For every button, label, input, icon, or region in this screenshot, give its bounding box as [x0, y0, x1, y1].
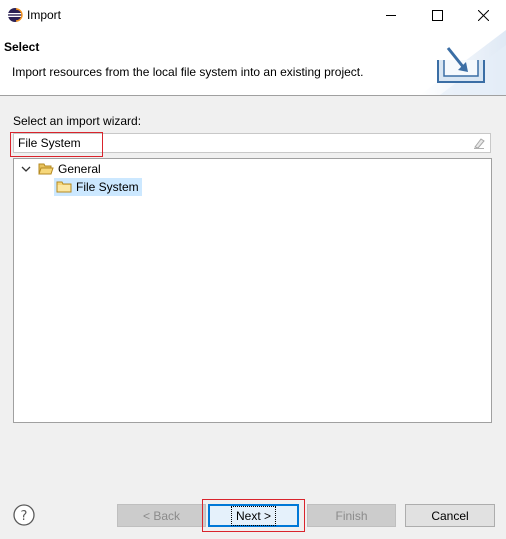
wizard-banner: Select Import resources from the local f…	[0, 30, 506, 96]
wizard-label: Select an import wizard:	[13, 114, 142, 128]
back-button-label: < Back	[142, 508, 181, 523]
tree-item-label: General	[58, 162, 101, 176]
tree-selection: File System	[54, 178, 142, 196]
minimize-button[interactable]	[368, 0, 414, 30]
svg-text:?: ?	[21, 509, 28, 524]
next-button-label: Next >	[230, 505, 277, 526]
tree-item-file-system[interactable]: File System	[54, 178, 142, 196]
cancel-button[interactable]: Cancel	[405, 504, 495, 527]
maximize-icon	[431, 9, 443, 21]
page-description: Import resources from the local file sys…	[12, 65, 364, 79]
close-icon	[477, 9, 489, 21]
import-tray-icon	[420, 30, 506, 95]
window-title: Import	[27, 8, 62, 22]
minimize-icon	[386, 15, 396, 16]
page-title: Select	[4, 40, 40, 54]
finish-button[interactable]: Finish	[307, 504, 396, 527]
finish-button-label: Finish	[335, 508, 368, 523]
filter-value: File System	[18, 136, 81, 150]
cancel-button-label: Cancel	[431, 508, 469, 523]
title-bar: Import	[0, 0, 506, 30]
folder-icon	[56, 181, 72, 193]
chevron-down-icon[interactable]	[20, 163, 32, 175]
folder-open-icon	[38, 163, 54, 175]
close-button[interactable]	[460, 0, 506, 30]
back-button[interactable]: < Back	[117, 504, 206, 527]
tree-item-general[interactable]: General	[20, 160, 101, 178]
wizard-tree[interactable]: General File System	[13, 158, 492, 423]
help-icon[interactable]: ?	[13, 504, 35, 526]
next-button[interactable]: Next >	[208, 504, 299, 527]
eclipse-app-icon	[8, 8, 23, 22]
clear-filter-icon[interactable]	[472, 136, 486, 150]
wizard-filter-input[interactable]: File System	[13, 133, 491, 153]
tree-item-label: File System	[76, 180, 139, 194]
maximize-button[interactable]	[414, 0, 460, 30]
